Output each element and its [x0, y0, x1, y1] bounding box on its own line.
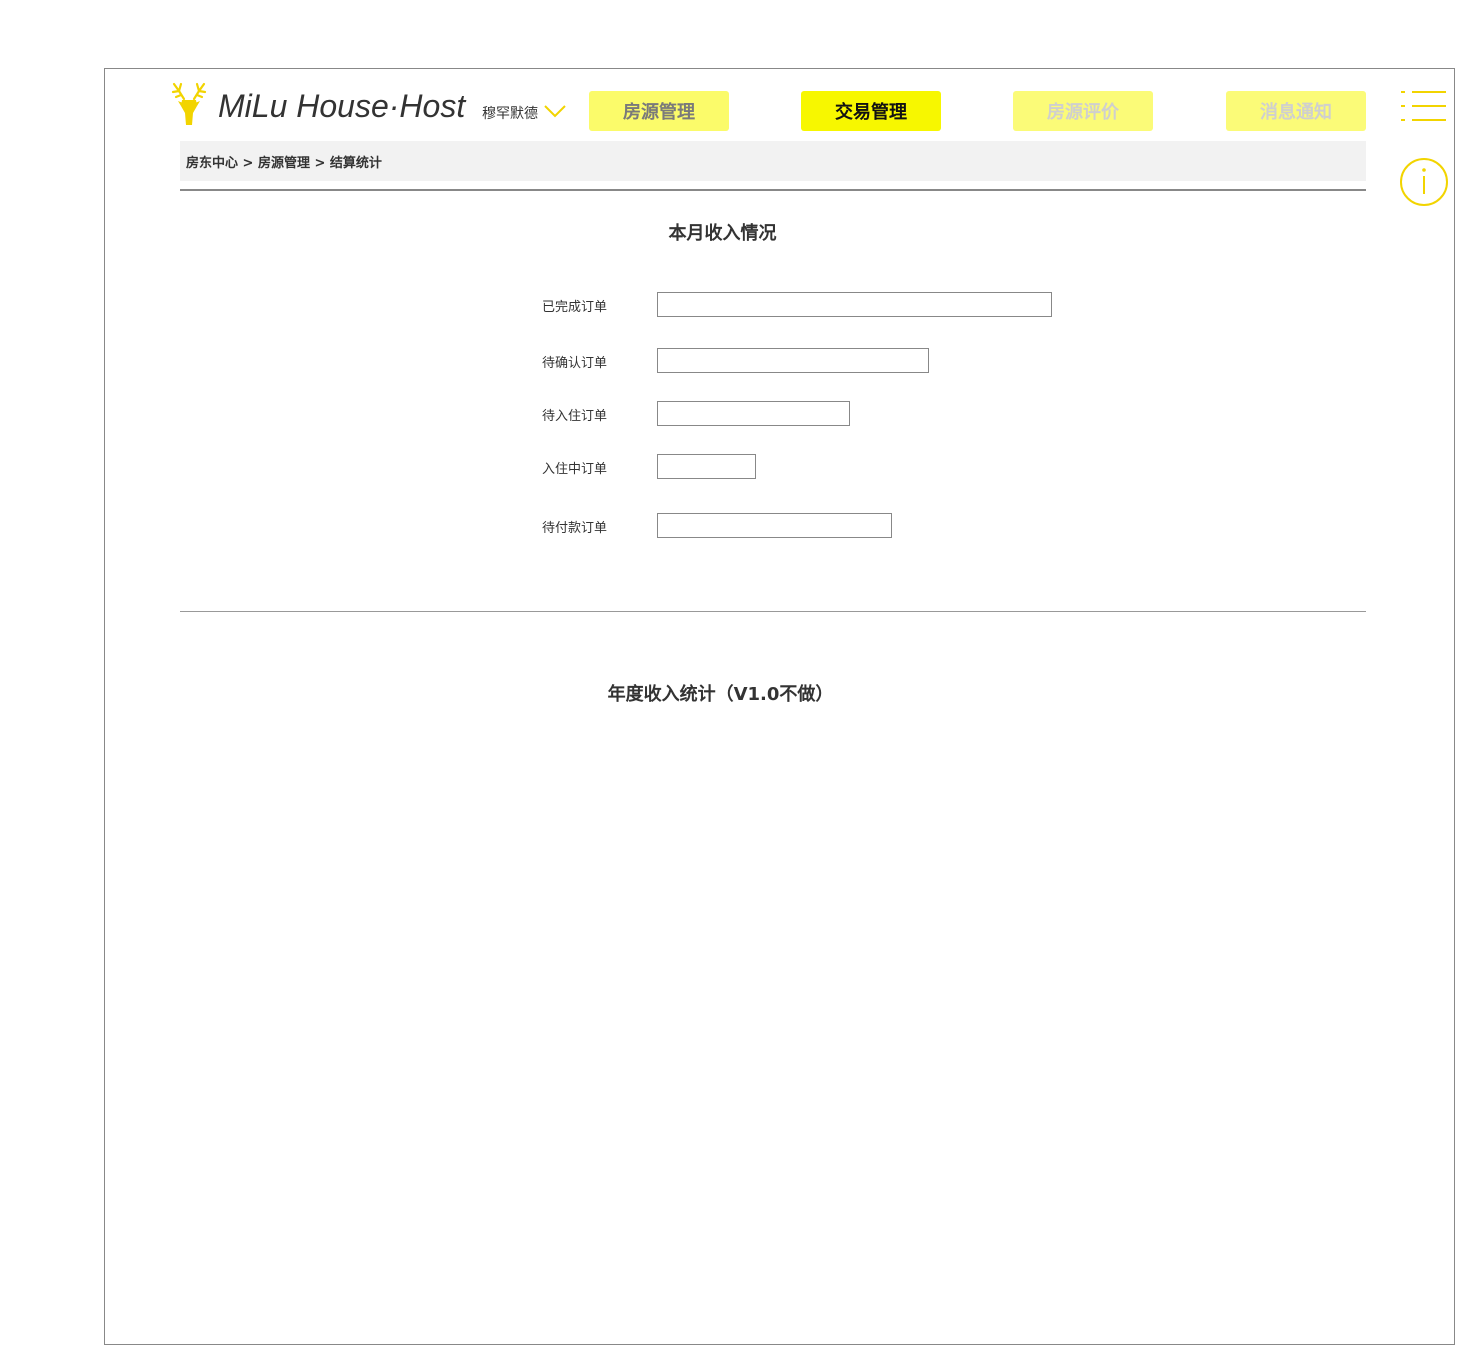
pending-checkin-orders-label: 待入住订单 [542, 409, 608, 424]
tab-transaction-management[interactable]: 交易管理 [801, 91, 941, 131]
checked-in-orders-bar [657, 454, 756, 479]
completed-orders-bar [657, 292, 1052, 317]
section-divider [180, 611, 1366, 612]
tab-notifications[interactable]: 消息通知 [1226, 91, 1366, 131]
info-icon[interactable] [1399, 157, 1449, 207]
header-divider [180, 189, 1366, 191]
checked-in-orders-label: 入住中订单 [542, 462, 608, 477]
pending-confirm-orders-bar [657, 348, 929, 373]
completed-orders-label: 已完成订单 [542, 300, 608, 315]
monthly-income-title: 本月收入情况 [668, 223, 777, 244]
deer-logo-icon [171, 82, 207, 125]
breadcrumb: 房东中心 > 房源管理 > 结算统计 [180, 141, 1366, 181]
brand-title: MiLu House·Host [218, 88, 466, 124]
pending-payment-orders-label: 待付款订单 [542, 521, 608, 536]
pending-checkin-orders-bar [657, 401, 850, 426]
pending-confirm-orders-label: 待确认订单 [542, 356, 608, 371]
user-name[interactable]: 穆罕默德 [482, 103, 538, 123]
pending-payment-orders-bar [657, 513, 892, 538]
menu-icon[interactable] [1400, 90, 1446, 124]
tab-listing-reviews[interactable]: 房源评价 [1013, 91, 1153, 131]
page-frame [104, 68, 1455, 1345]
tab-listing-management[interactable]: 房源管理 [589, 91, 729, 131]
chevron-down-icon[interactable] [544, 104, 566, 118]
annual-income-title: 年度收入统计（V1.0不做） [607, 684, 834, 705]
